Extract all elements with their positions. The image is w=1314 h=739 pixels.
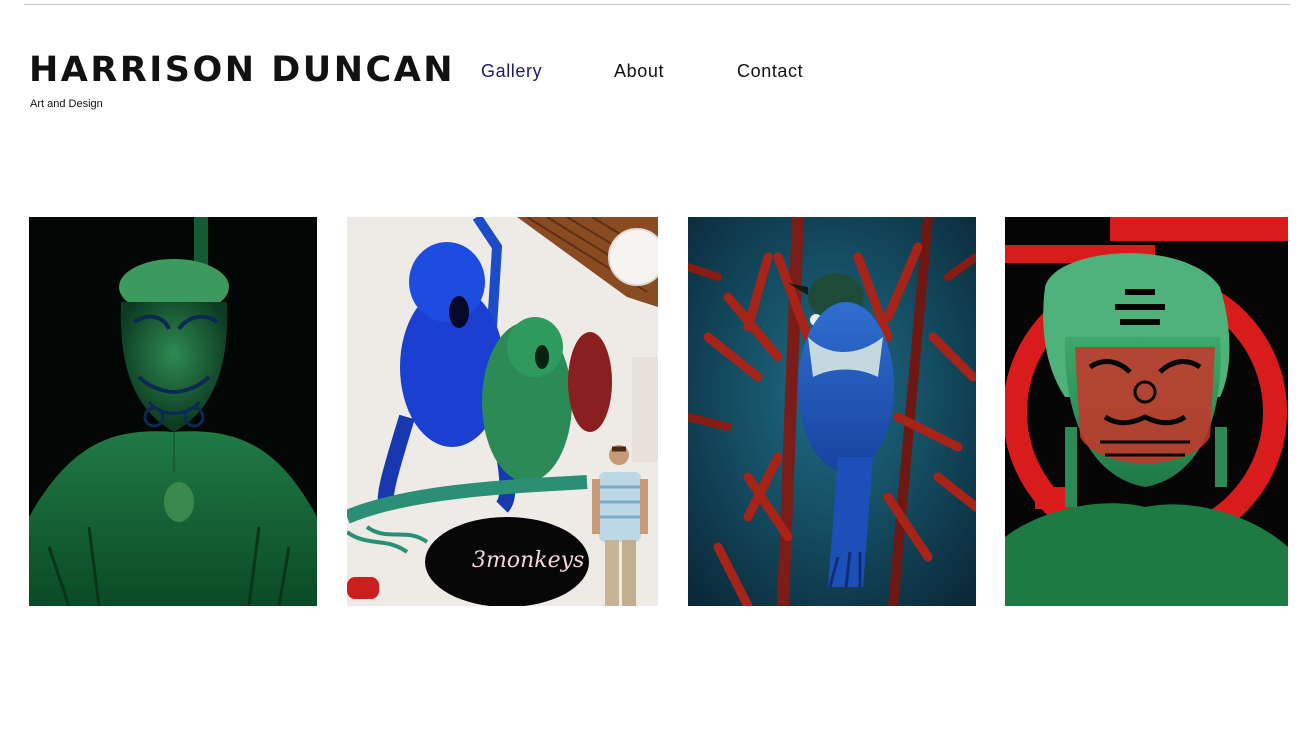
woman-portrait-artwork bbox=[1005, 217, 1288, 606]
tui-bird-artwork bbox=[688, 217, 976, 606]
site-tagline: Art and Design bbox=[30, 98, 103, 110]
nav-gallery-link[interactable]: Gallery bbox=[481, 61, 542, 82]
gallery-image-woman-portrait[interactable] bbox=[1005, 217, 1288, 606]
mural-sign-text: 3monkeys bbox=[472, 548, 584, 573]
top-divider bbox=[24, 4, 1290, 5]
elder-portrait-artwork bbox=[29, 217, 317, 606]
nav-contact-link[interactable]: Contact bbox=[737, 61, 803, 82]
nav-about-link[interactable]: About bbox=[614, 61, 664, 82]
site-title[interactable]: HARRISON DUNCAN bbox=[29, 50, 455, 90]
gallery-image-tui-bird[interactable] bbox=[688, 217, 976, 606]
monkeys-mural-artwork: 3monkeys bbox=[347, 217, 658, 606]
gallery-image-monkeys-mural[interactable]: 3monkeys bbox=[347, 217, 658, 606]
gallery-image-elder-portrait[interactable] bbox=[29, 217, 317, 606]
